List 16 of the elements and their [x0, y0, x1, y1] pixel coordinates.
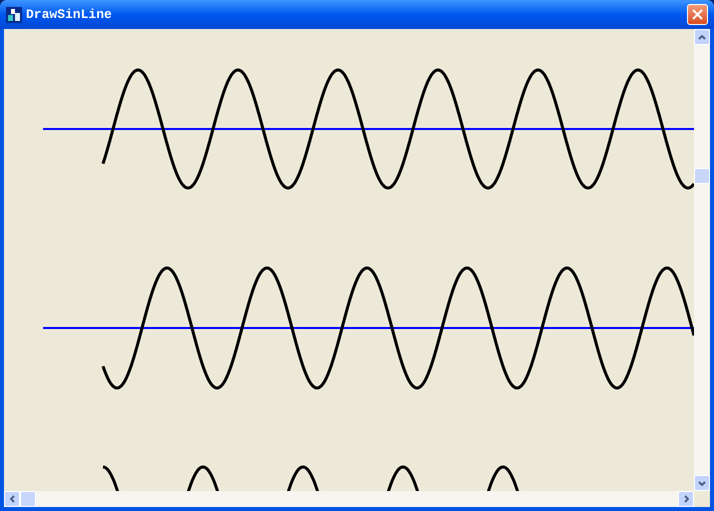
scroll-left-button[interactable]: [4, 491, 20, 507]
scroll-thumb[interactable]: [20, 491, 36, 507]
window-title: DrawSinLine: [26, 6, 113, 24]
caret-down-icon: [698, 480, 706, 486]
close-button[interactable]: [687, 4, 708, 25]
scroll-thumb[interactable]: [694, 168, 710, 184]
app-icon: [6, 6, 22, 22]
vertical-scrollbar[interactable]: [694, 29, 710, 491]
caret-up-icon: [698, 34, 706, 40]
caret-left-icon: [10, 495, 14, 503]
scroll-right-button[interactable]: [678, 491, 694, 507]
scroll-up-button[interactable]: [694, 29, 710, 45]
close-icon: [692, 9, 703, 20]
scroll-down-button[interactable]: [694, 475, 710, 491]
horizontal-scrollbar[interactable]: [4, 491, 694, 507]
caret-right-icon: [684, 495, 688, 503]
